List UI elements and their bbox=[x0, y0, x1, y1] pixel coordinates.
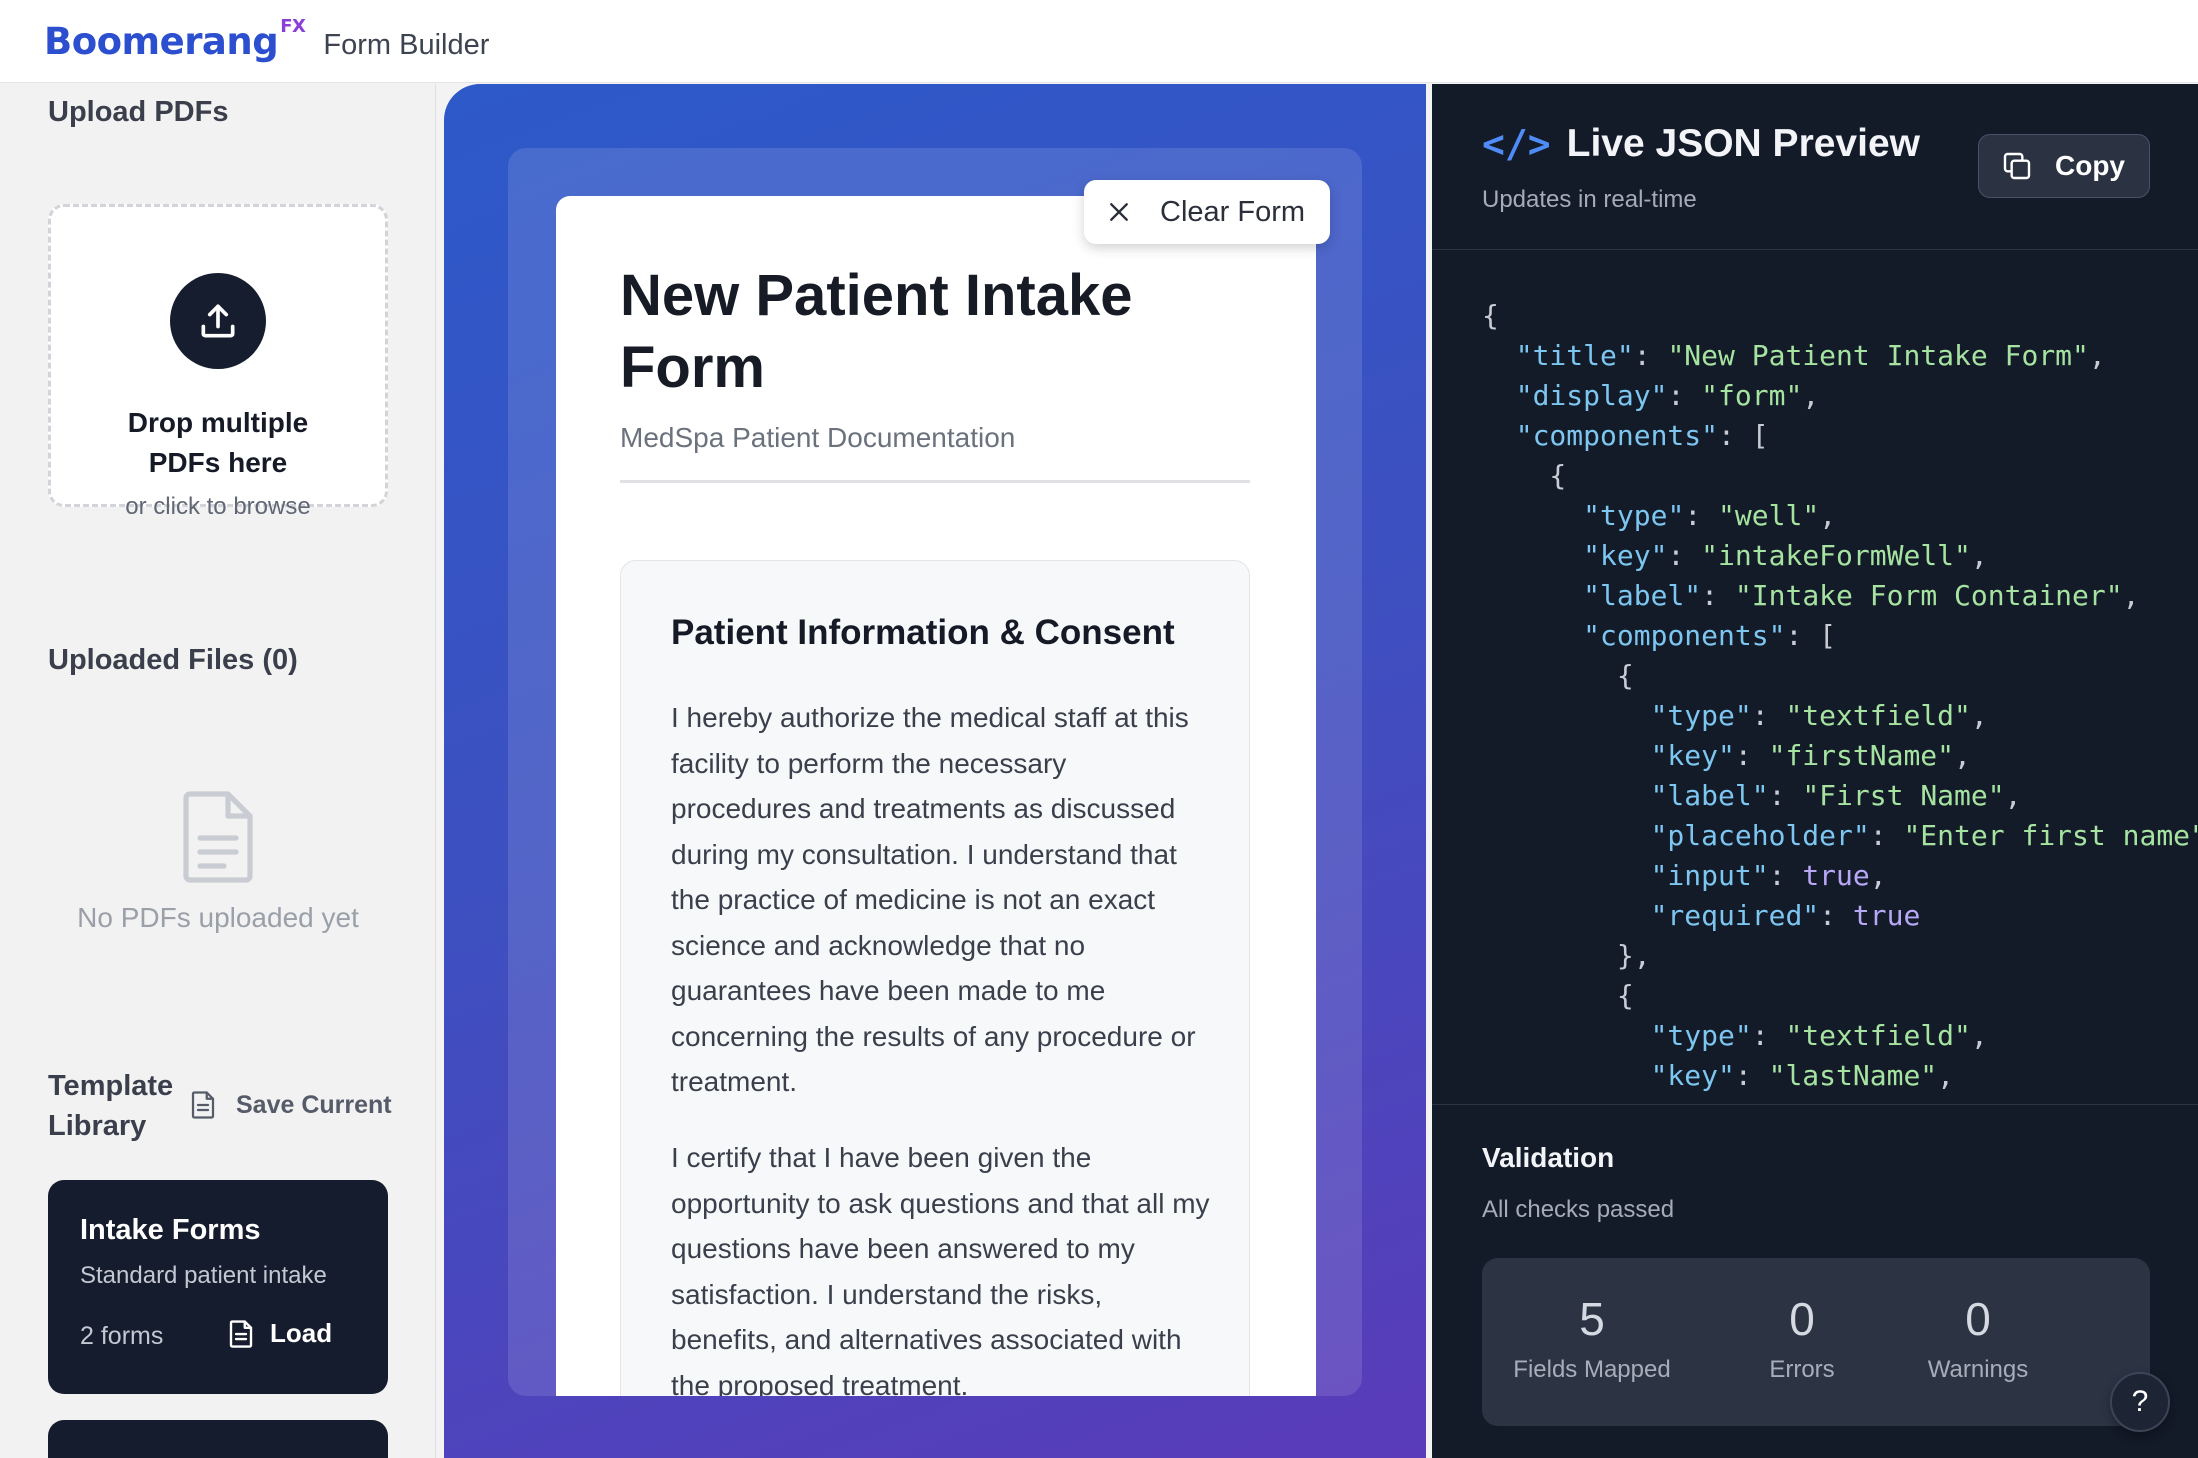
json-line: { bbox=[1482, 299, 1499, 332]
app-header: Boomerang FX Form Builder bbox=[0, 0, 2198, 83]
json-line: "type": "textfield", bbox=[1650, 699, 1988, 732]
template-library-title: Template Library bbox=[48, 1066, 173, 1146]
json-line: "type": "textfield", bbox=[1650, 1019, 1988, 1052]
json-line: "components": [ bbox=[1515, 419, 1769, 452]
stat-value: 0 bbox=[1965, 1293, 1991, 1345]
pdf-dropzone[interactable]: Drop multiple PDFs here or click to brow… bbox=[48, 204, 388, 520]
json-panel-header: </> Live JSON Preview Updates in real-ti… bbox=[1432, 84, 2198, 250]
document-icon bbox=[191, 1091, 215, 1119]
brand-logo[interactable]: Boomerang FX bbox=[44, 16, 306, 63]
copy-icon bbox=[2003, 152, 2031, 180]
empty-files-text: No PDFs uploaded yet bbox=[77, 902, 359, 933]
template-card-title: Intake Forms bbox=[80, 1214, 261, 1246]
template-card-partial[interactable] bbox=[48, 1420, 388, 1458]
upload-section-title: Upload PDFs bbox=[48, 96, 229, 128]
copy-button[interactable]: Copy bbox=[1978, 134, 2150, 198]
form-title: New Patient Intake Form bbox=[620, 263, 1133, 400]
json-line: "title": "New Patient Intake Form", bbox=[1515, 339, 2106, 372]
help-button[interactable]: ? bbox=[2110, 1372, 2170, 1432]
validation-title: Validation bbox=[1482, 1142, 1615, 1173]
json-panel: </> Live JSON Preview Updates in real-ti… bbox=[1432, 84, 2198, 1458]
json-line: "components": [ bbox=[1583, 619, 1837, 652]
template-title-line-2: Library bbox=[48, 1110, 147, 1142]
json-line: "type": "well", bbox=[1583, 499, 1837, 532]
consent-section: Patient Information & Consent I hereby a… bbox=[620, 560, 1250, 1396]
validation-stats: 5 Fields Mapped 0 Errors 0 Warnings bbox=[1482, 1258, 2150, 1426]
stat-label: Errors bbox=[1769, 1356, 1835, 1383]
stat-value: 5 bbox=[1579, 1293, 1605, 1345]
validation-status: All checks passed bbox=[1482, 1196, 1675, 1223]
form-preview: New Patient Intake Form MedSpa Patient D… bbox=[556, 196, 1316, 1396]
json-line: "key": "firstName", bbox=[1650, 739, 1971, 772]
form-divider bbox=[620, 480, 1250, 483]
copy-label: Copy bbox=[2055, 150, 2125, 181]
dropzone-hint: or click to browse bbox=[125, 493, 311, 520]
json-code-view[interactable]: { "title": "New Patient Intake Form", "d… bbox=[1482, 296, 2198, 1186]
json-line: }, bbox=[1482, 939, 1651, 972]
json-line: "key": "lastName", bbox=[1650, 1059, 1955, 1092]
stat-fields-mapped: 5 Fields Mapped bbox=[1512, 1292, 1672, 1384]
template-card-subtitle: Standard patient intake bbox=[80, 1262, 327, 1289]
json-panel-title-text: Live JSON Preview bbox=[1566, 122, 1920, 165]
save-current-label: Save Current bbox=[236, 1090, 392, 1119]
dropzone-label-line-2: PDFs here bbox=[148, 447, 288, 478]
panel-divider bbox=[1432, 1104, 2198, 1105]
json-line: "placeholder": "Enter first name", bbox=[1650, 819, 2198, 852]
stat-errors: 0 Errors bbox=[1732, 1292, 1872, 1384]
json-line: "label": "Intake Form Container", bbox=[1583, 579, 2140, 612]
left-sidebar: Upload PDFs Drop multiple PDFs here or c… bbox=[0, 84, 436, 1458]
dropzone-label: Drop multiple PDFs here bbox=[51, 403, 385, 483]
clear-form-button[interactable]: Clear Form bbox=[1084, 180, 1330, 244]
json-line: "label": "First Name", bbox=[1650, 779, 2022, 812]
stat-label: Warnings bbox=[1927, 1356, 2029, 1383]
json-line: "required": true bbox=[1650, 899, 1921, 932]
consent-section-title: Patient Information & Consent bbox=[671, 613, 1175, 652]
json-line: { bbox=[1482, 659, 1634, 692]
consent-paragraph-2: I certify that I have been given the opp… bbox=[671, 1142, 1210, 1396]
document-icon bbox=[229, 1319, 253, 1348]
form-subtitle: MedSpa Patient Documentation bbox=[620, 422, 1016, 453]
template-load-label: Load bbox=[270, 1318, 333, 1348]
clear-form-label: Clear Form bbox=[1160, 195, 1306, 228]
form-canvas: New Patient Intake Form MedSpa Patient D… bbox=[444, 84, 1426, 1458]
json-line: "display": "form", bbox=[1515, 379, 1820, 412]
brand-suffix: FX bbox=[280, 15, 306, 37]
json-panel-title: </> Live JSON Preview bbox=[1482, 122, 1920, 166]
upload-icon bbox=[170, 273, 266, 369]
json-panel-subtitle: Updates in real-time bbox=[1482, 186, 1697, 213]
json-line: { bbox=[1482, 459, 1567, 492]
dropzone-label-line-1: Drop multiple bbox=[127, 407, 309, 438]
json-line: "key": "intakeFormWell", bbox=[1583, 539, 1988, 572]
save-current-button[interactable]: Save Current bbox=[190, 1090, 392, 1120]
code-icon: </> bbox=[1482, 122, 1551, 166]
document-icon bbox=[178, 790, 258, 889]
stat-label: Fields Mapped bbox=[1513, 1356, 1671, 1383]
template-title-line-1: Template bbox=[48, 1070, 174, 1102]
app-subtitle: Form Builder bbox=[323, 28, 490, 61]
json-line: "input": true, bbox=[1650, 859, 1887, 892]
json-line: { bbox=[1482, 979, 1634, 1012]
template-load-button[interactable]: Load bbox=[228, 1318, 332, 1349]
stat-warnings: 0 Warnings bbox=[1908, 1292, 2048, 1384]
consent-paragraph-1: I hereby authorize the medical staff at … bbox=[671, 702, 1196, 1097]
template-card-count: 2 forms bbox=[80, 1322, 164, 1350]
stat-value: 0 bbox=[1789, 1293, 1815, 1345]
close-icon bbox=[1110, 203, 1128, 221]
uploaded-files-title: Uploaded Files (0) bbox=[48, 644, 298, 676]
template-card[interactable]: Intake Forms Standard patient intake 2 f… bbox=[48, 1180, 388, 1394]
brand-name: Boomerang bbox=[44, 19, 279, 63]
